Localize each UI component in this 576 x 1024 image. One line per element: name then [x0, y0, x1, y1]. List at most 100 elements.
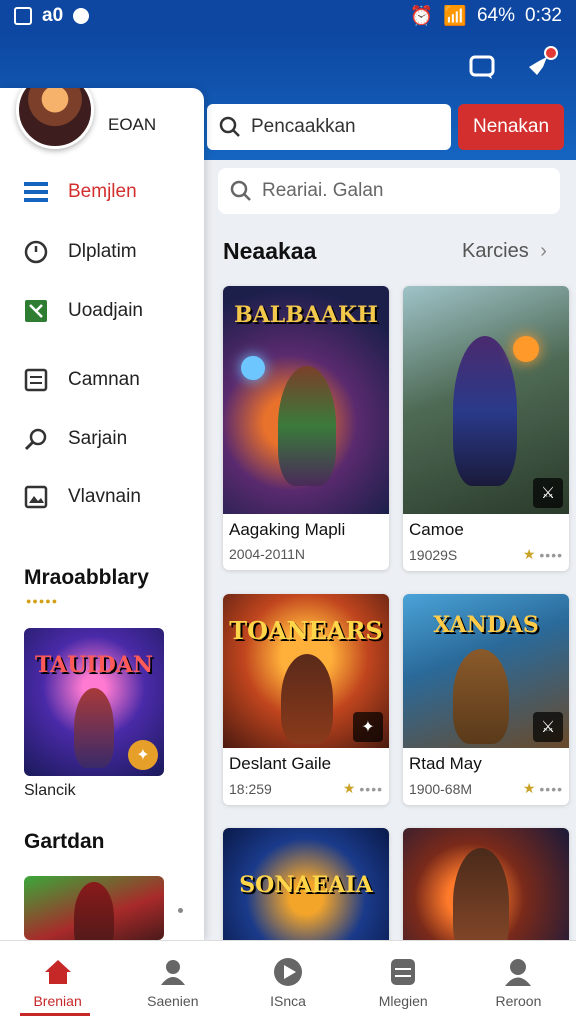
game-card[interactable]: ⚔ Camoe 19029S ★ ••••	[403, 286, 569, 571]
search-icon	[24, 427, 48, 451]
wifi-icon: 📶	[443, 6, 467, 27]
nav-tab-label: Brenian	[33, 992, 82, 1009]
featured-game-card[interactable]: TAUIDAN ✦	[24, 628, 164, 776]
drawer-item-5[interactable]: Vlavnain	[24, 485, 141, 509]
game-meta: 19029S	[409, 546, 458, 563]
game-badge-icon: ⚔	[533, 478, 563, 508]
game-card[interactable]: BALBAAKH Aagaking Mapli 2004-2011N	[223, 286, 389, 570]
star-icon: ★	[522, 546, 536, 562]
game-title: Aagaking Mapli	[229, 520, 346, 539]
drawer-item-0[interactable]: Bemjlen	[24, 180, 137, 204]
status-bar: a0 ⏰ 📶 64% 0:32	[0, 0, 576, 32]
game-badge-icon: ⚔	[533, 712, 563, 742]
fire-orb	[513, 336, 539, 362]
nav-tab-play[interactable]: ISnca	[230, 941, 345, 1024]
nav-tab-home[interactable]: Brenian	[0, 941, 115, 1024]
header-search-input[interactable]: Pencaakkan	[207, 104, 451, 150]
star-icon: ★	[522, 780, 536, 796]
content-search-placeholder: Reariai. Galan	[262, 180, 384, 201]
profile-icon	[503, 957, 533, 987]
section-title: Mraoabblary	[24, 566, 149, 589]
dot-icon	[73, 8, 90, 24]
hero-figure	[453, 336, 517, 486]
hero-figure	[74, 688, 114, 768]
play-icon	[273, 957, 303, 987]
search-icon	[219, 116, 240, 137]
search-icon	[230, 180, 251, 201]
notifications-icon[interactable]	[524, 46, 558, 82]
drawer-item-label: Bemjlen	[68, 181, 137, 202]
drawer-item-3[interactable]: Camnan	[24, 368, 140, 392]
nav-tab-people[interactable]: Saenien	[115, 941, 230, 1024]
header-action-button[interactable]: Nenakan	[458, 104, 564, 150]
avatar[interactable]	[16, 88, 94, 149]
game-card[interactable]	[24, 876, 164, 940]
drawer-item-label: Dlplatim	[68, 241, 137, 262]
home-icon	[43, 957, 73, 987]
notification-icon	[14, 7, 32, 25]
featured-game-art-title: TAUIDAN	[35, 652, 153, 678]
menu-icon	[24, 180, 48, 204]
nav-tab-storage[interactable]: Mlegien	[346, 941, 461, 1024]
drawer-item-2[interactable]: Uoadjain	[24, 299, 143, 323]
map-icon	[24, 299, 48, 323]
see-more-label: Karcies	[462, 240, 529, 262]
game-title: Camoe	[409, 520, 464, 539]
more-dots-icon[interactable]: ••••	[359, 781, 383, 797]
game-art-title: BALBAAKH	[234, 302, 378, 328]
image-icon	[24, 485, 48, 509]
game-title: Deslant Gaile	[229, 754, 332, 773]
nav-tab-profile[interactable]: Reroon	[461, 941, 576, 1024]
battery-level: 64%	[476, 5, 516, 26]
hero-figure	[74, 882, 114, 940]
status-left-text: a0	[42, 5, 64, 26]
game-title: Rtad May	[409, 754, 482, 773]
featured-game-label: Slancik	[24, 782, 76, 799]
nav-tab-label: ISnca	[270, 992, 306, 1009]
more-dots-icon[interactable]: ••••	[539, 781, 563, 797]
game-meta: 2004-2011N	[229, 546, 306, 562]
game-art-title: XANDAS	[433, 612, 539, 638]
bottom-navigation: Brenian Saenien ISnca Mlegien Reroon	[0, 940, 576, 1024]
navigation-drawer: EOAN Bemjlen Dlplatim Uoadjain Camnan Sa…	[0, 88, 204, 940]
game-art: BALBAAKH	[223, 286, 389, 514]
drawer-item-label: Camnan	[68, 369, 140, 390]
more-dots-icon[interactable]: ••••	[539, 547, 563, 563]
list-title: Neaakaa	[223, 238, 317, 264]
clock-time: 0:32	[525, 5, 562, 26]
section-title: Gartdan	[24, 830, 105, 853]
see-more-link[interactable]: Karcies ›	[462, 240, 547, 263]
game-art-title: SONAEAIA	[239, 872, 373, 898]
nav-tab-label: Saenien	[147, 992, 199, 1009]
drawer-item-4[interactable]: Sarjain	[24, 427, 127, 451]
storage-icon	[388, 957, 418, 987]
game-art: ⚔	[403, 286, 569, 514]
username: EOAN	[108, 115, 157, 134]
alarm-icon: ⏰	[409, 6, 434, 27]
game-art: XANDAS ⚔	[403, 594, 569, 748]
person-icon	[158, 957, 188, 987]
clock-icon	[24, 240, 48, 264]
header-search-placeholder: Pencaakkan	[251, 116, 356, 137]
scroll-indicator	[178, 908, 183, 913]
game-card[interactable]: XANDAS ⚔ Rtad May 1900-68M ★ ••••	[403, 594, 569, 805]
game-meta: 1900-68M	[409, 780, 473, 797]
game-art: TOANEARS ✦	[223, 594, 389, 748]
list-icon	[24, 368, 48, 392]
game-card[interactable]: TOANEARS ✦ Deslant Gaile 18:259 ★ ••••	[223, 594, 389, 805]
chevron-right-icon: ›	[540, 240, 547, 262]
game-meta: 18:259	[229, 780, 272, 797]
hero-figure	[453, 649, 509, 744]
drawer-item-label: Sarjain	[68, 428, 128, 449]
star-icon: ★	[342, 780, 356, 796]
active-tab-indicator	[20, 1013, 90, 1016]
notification-badge	[544, 46, 558, 60]
content-search-input[interactable]: Reariai. Galan	[218, 168, 560, 214]
drawer-item-1[interactable]: Dlplatim	[24, 240, 137, 264]
drawer-item-label: Vlavnain	[68, 486, 141, 507]
magic-orb	[241, 356, 265, 380]
drawer-item-label: Uoadjain	[68, 300, 143, 321]
nav-tab-label: Reroon	[495, 992, 542, 1009]
hero-figure	[281, 654, 333, 744]
chat-icon[interactable]	[467, 52, 497, 82]
